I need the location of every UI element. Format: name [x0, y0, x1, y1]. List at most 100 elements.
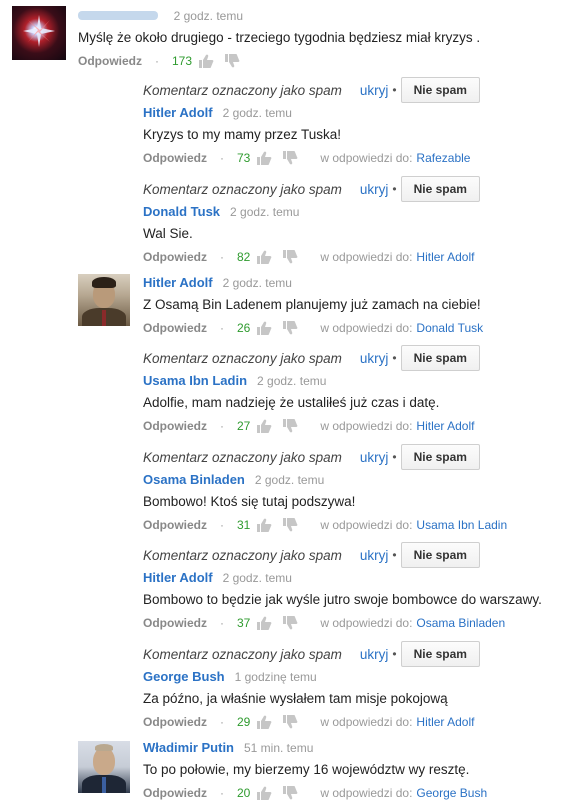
author-name[interactable]: George Bush	[143, 669, 225, 684]
spam-label: Komentarz oznaczony jako spam	[143, 350, 342, 366]
hide-link[interactable]: ukryj	[360, 83, 389, 98]
comment-text: Kryzys to my mamy przez Tuska!	[143, 127, 342, 142]
thumbs-up-icon[interactable]	[256, 715, 272, 729]
thumbs-up-icon[interactable]	[256, 419, 272, 433]
like-count: 173	[172, 54, 193, 68]
spam-notice: Komentarz oznaczony jako spam ukryj • Nie s…	[143, 542, 553, 568]
author-name[interactable]: Usama Ibn Ladin	[143, 373, 247, 388]
comment-time: 2 godz. temu	[254, 473, 325, 487]
reply-to-label: w odpowiedzi do:	[320, 151, 413, 165]
author-name[interactable]: Osama Binladen	[143, 472, 245, 487]
thumbs-up-icon[interactable]	[256, 321, 272, 335]
comment-text: To po połowie, my bierzemy 16 województw…	[143, 762, 470, 777]
author-name[interactable]: Hitler Adolf	[143, 570, 213, 585]
thumbs-up-icon[interactable]	[256, 616, 272, 630]
thumbs-down-icon[interactable]	[282, 419, 298, 433]
avatar-hair	[95, 744, 113, 751]
thumbs-down-icon[interactable]	[282, 250, 298, 264]
thumbs-up-icon[interactable]	[198, 54, 214, 68]
not-spam-button[interactable]: Nie spam	[400, 176, 480, 202]
reply-comment: George Bush 1 godzinę temu Za późno, ja wł…	[143, 669, 553, 731]
avatar-tie	[102, 310, 106, 326]
reply-comment: Hitler Adolf 2 godz. temu Bombowo to będzi…	[143, 570, 553, 632]
reply-to-label: w odpowiedzi do:	[320, 518, 413, 532]
avatar-hair	[92, 277, 116, 288]
comment-actions: Odpowiedz · 29 w odpowiedzi do: Hitler Adolf	[143, 713, 553, 731]
hide-link[interactable]: ukryj	[360, 351, 389, 366]
comment-header: Donald Tusk 2 godz. temu	[143, 204, 553, 222]
thumbs-up-icon[interactable]	[256, 518, 272, 532]
reply-to-link[interactable]: George Bush	[416, 786, 487, 800]
reply-comment: Donald Tusk 2 godz. temu Wal Sie. Odpowiedz…	[143, 204, 553, 266]
comment-text: Myślę że około drugiego - trzeciego tygo…	[78, 30, 481, 45]
comment-time: 2 godz. temu	[257, 374, 327, 388]
not-spam-button[interactable]: Nie spam	[400, 641, 480, 667]
comment-text: Bombowo! Ktoś się tutaj podszywa!	[143, 494, 356, 509]
comment-actions: Odpowiedz · 73 w odpowiedzi do: Rafezable	[143, 149, 553, 167]
thumbs-down-icon[interactable]	[224, 54, 240, 68]
not-spam-button[interactable]: Nie spam	[400, 77, 480, 103]
reply-to-link[interactable]: Hitler Adolf	[416, 419, 474, 433]
like-count: 37	[237, 616, 251, 630]
reply-button[interactable]: Odpowiedz	[143, 419, 207, 433]
reply-to-link[interactable]: Rafezable	[416, 151, 470, 165]
spam-label: Komentarz oznaczony jako spam	[143, 181, 342, 197]
thumbs-down-icon[interactable]	[282, 715, 298, 729]
starburst-icon	[23, 15, 55, 47]
spam-notice: Komentarz oznaczony jako spam ukryj • Nie s…	[143, 77, 553, 103]
thumbs-up-icon[interactable]	[256, 151, 272, 165]
author-name[interactable]: Hitler Adolf	[143, 275, 213, 290]
thumbs-down-icon[interactable]	[282, 518, 298, 532]
comment-header: 2 godz. temu	[78, 8, 553, 26]
hide-link[interactable]: ukryj	[360, 548, 389, 563]
reply-to-link[interactable]: Osama Binladen	[416, 616, 505, 630]
reply-button[interactable]: Odpowiedz	[143, 321, 207, 335]
avatar-hitler-adolf[interactable]	[78, 274, 130, 326]
user-avatar-rafezable[interactable]	[12, 6, 66, 60]
like-count: 26	[237, 321, 251, 335]
thumbs-up-icon[interactable]	[256, 786, 272, 800]
thumbs-down-icon[interactable]	[282, 321, 298, 335]
author-name[interactable]: Hitler Adolf	[143, 105, 213, 120]
spam-notice: Komentarz oznaczony jako spam ukryj • Nie s…	[143, 176, 553, 202]
reply-button[interactable]: Odpowiedz	[143, 715, 207, 729]
avatar-wladimir-putin[interactable]	[78, 741, 130, 793]
reply-button[interactable]: Odpowiedz	[78, 54, 142, 68]
reply-to-link[interactable]: Hitler Adolf	[416, 250, 474, 264]
reply-to-link[interactable]: Usama Ibn Ladin	[416, 518, 507, 532]
reply-to-link[interactable]: Donald Tusk	[416, 321, 483, 335]
reply-to-link[interactable]: Hitler Adolf	[416, 715, 474, 729]
like-count: 20	[237, 786, 251, 800]
thumbs-down-icon[interactable]	[282, 786, 298, 800]
reply-button[interactable]: Odpowiedz	[143, 151, 207, 165]
comment-time: 2 godz. temu	[222, 106, 292, 120]
comment-header: Osama Binladen 2 godz. temu	[143, 472, 553, 490]
comment-text: Z Osamą Bin Ladenem planujemy już zamach…	[143, 297, 481, 312]
thumbs-up-icon[interactable]	[256, 250, 272, 264]
reply-button[interactable]: Odpowiedz	[143, 250, 207, 264]
comment-time: 2 godz. temu	[173, 9, 243, 23]
not-spam-button[interactable]: Nie spam	[400, 542, 480, 568]
thumbs-down-icon[interactable]	[282, 151, 298, 165]
reply-button[interactable]: Odpowiedz	[143, 786, 207, 800]
not-spam-button[interactable]: Nie spam	[400, 444, 480, 470]
thumbs-down-icon[interactable]	[282, 616, 298, 630]
hide-link[interactable]: ukryj	[360, 647, 389, 662]
reply-button[interactable]: Odpowiedz	[143, 518, 207, 532]
reply-button[interactable]: Odpowiedz	[143, 616, 207, 630]
author-name[interactable]: Władimir Putin	[143, 740, 234, 755]
comment-actions: Odpowiedz · 37 w odpowiedzi do: Osama Binlad…	[143, 614, 553, 632]
avatar-tie	[102, 777, 106, 793]
spam-notice: Komentarz oznaczony jako spam ukryj • Nie s…	[143, 345, 553, 371]
author-name[interactable]: Donald Tusk	[143, 204, 220, 219]
hide-link[interactable]: ukryj	[360, 450, 389, 465]
spam-label: Komentarz oznaczony jako spam	[143, 547, 342, 563]
separator-dot: •	[392, 351, 397, 365]
comment-actions: Odpowiedz · 27 w odpowiedzi do: Hitler Adolf	[143, 417, 553, 435]
separator-dot: •	[392, 182, 397, 196]
hide-link[interactable]: ukryj	[360, 182, 389, 197]
separator-dot: ·	[220, 518, 224, 532]
reply-to-label: w odpowiedzi do:	[320, 616, 413, 630]
not-spam-button[interactable]: Nie spam	[400, 345, 480, 371]
spam-notice: Komentarz oznaczony jako spam ukryj • Nie s…	[143, 444, 553, 470]
